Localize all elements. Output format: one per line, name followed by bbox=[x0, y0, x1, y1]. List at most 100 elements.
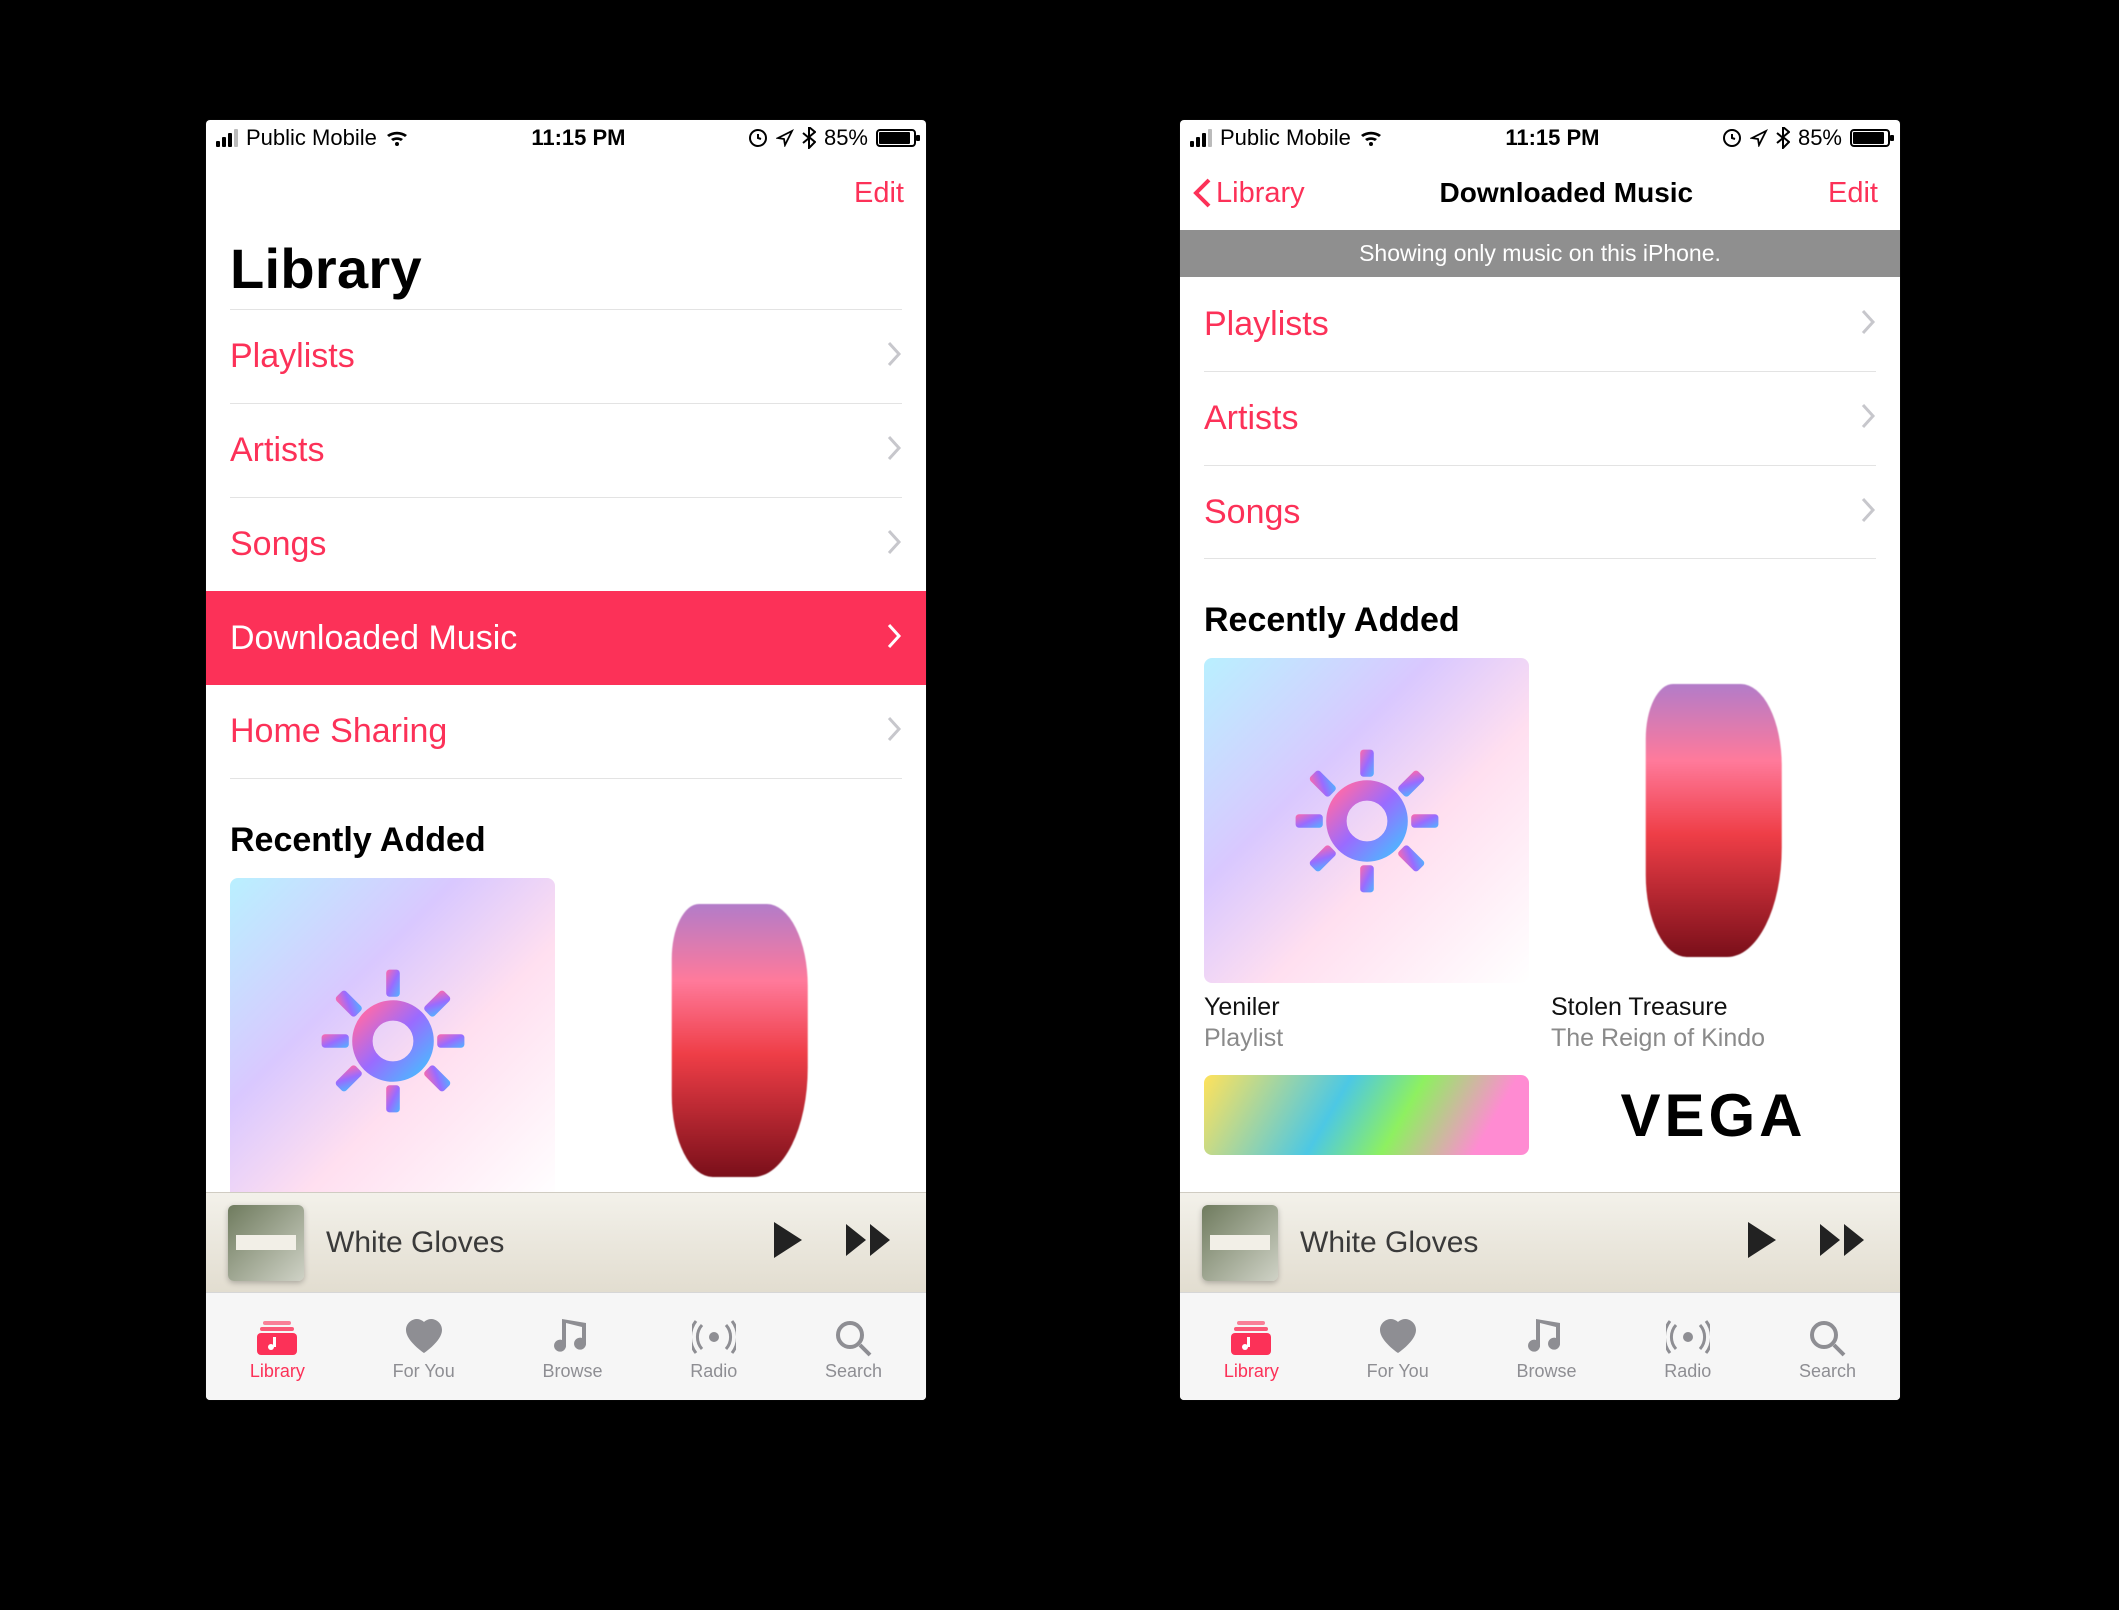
carrier-name: Public Mobile bbox=[246, 125, 377, 151]
album-subtitle: The Reign of Kindo bbox=[1551, 1024, 1876, 1053]
cellular-signal-icon bbox=[216, 129, 238, 147]
cellular-signal-icon bbox=[1190, 129, 1212, 147]
chevron-right-icon bbox=[1860, 493, 1876, 532]
tab-bar: Library For You Browse Radio Search bbox=[1180, 1292, 1900, 1400]
library-categories: Playlists Artists Songs Downloaded Music… bbox=[206, 309, 926, 779]
mini-player-track: White Gloves bbox=[1300, 1226, 1714, 1260]
bluetooth-icon bbox=[802, 127, 816, 149]
tab-label: Library bbox=[1224, 1361, 1279, 1382]
battery-icon bbox=[1850, 129, 1890, 147]
category-songs[interactable]: Songs bbox=[230, 497, 902, 591]
status-bar: Public Mobile 11:15 PM 85% bbox=[206, 120, 926, 156]
chevron-right-icon bbox=[1860, 399, 1876, 438]
category-artists[interactable]: Artists bbox=[1204, 371, 1876, 465]
category-playlists[interactable]: Playlists bbox=[230, 309, 902, 403]
album-item[interactable] bbox=[230, 878, 555, 1192]
category-songs[interactable]: Songs bbox=[1204, 465, 1876, 559]
category-label: Playlists bbox=[230, 337, 355, 376]
nav-bar: Edit bbox=[206, 156, 926, 230]
tab-search[interactable]: Search bbox=[1799, 1317, 1856, 1382]
album-subtitle: Playlist bbox=[1204, 1024, 1529, 1053]
nav-title: Downloaded Music bbox=[1440, 177, 1694, 209]
mini-player-track: White Gloves bbox=[326, 1226, 740, 1260]
play-button[interactable] bbox=[1736, 1220, 1788, 1265]
category-downloaded-music[interactable]: Downloaded Music bbox=[206, 591, 926, 685]
mini-player[interactable]: White Gloves bbox=[206, 1192, 926, 1292]
album-item-stolen-treasure[interactable]: Stolen Treasure The Reign of Kindo bbox=[1551, 658, 1876, 1053]
album-art bbox=[1204, 1075, 1529, 1155]
heart-icon bbox=[402, 1317, 446, 1357]
category-label: Playlists bbox=[1204, 305, 1329, 344]
album-art bbox=[1551, 658, 1876, 983]
carrier-name: Public Mobile bbox=[1220, 125, 1351, 151]
wifi-icon bbox=[1359, 128, 1383, 148]
play-button[interactable] bbox=[762, 1220, 814, 1265]
status-bar-time: 11:15 PM bbox=[531, 125, 625, 151]
scroll-area[interactable]: Playlists Artists Songs Recently Added bbox=[1180, 277, 1900, 1192]
phone-library-screen: Public Mobile 11:15 PM 85% Edit Library … bbox=[206, 120, 926, 1400]
chevron-right-icon bbox=[886, 525, 902, 564]
gear-icon bbox=[308, 956, 478, 1126]
tab-label: For You bbox=[1367, 1361, 1429, 1382]
tab-label: For You bbox=[393, 1361, 455, 1382]
recently-added-title: Recently Added bbox=[206, 779, 926, 878]
tab-search[interactable]: Search bbox=[825, 1317, 882, 1382]
category-label: Songs bbox=[230, 525, 326, 564]
album-item[interactable] bbox=[577, 878, 902, 1192]
tab-label: Browse bbox=[542, 1361, 602, 1382]
back-button[interactable]: Library bbox=[1192, 177, 1305, 210]
library-icon bbox=[255, 1317, 299, 1357]
category-label: Artists bbox=[1204, 399, 1298, 438]
downloaded-categories: Playlists Artists Songs bbox=[1180, 277, 1900, 559]
album-title: Yeniler bbox=[1204, 993, 1529, 1022]
page-title: Library bbox=[206, 230, 926, 309]
tab-browse[interactable]: Browse bbox=[542, 1317, 602, 1382]
recently-added-grid: Yeniler Playlist Stolen Treasure The Rei… bbox=[1180, 658, 1900, 1155]
location-icon bbox=[1750, 129, 1768, 147]
search-icon bbox=[832, 1317, 876, 1357]
album-item[interactable]: VEGA bbox=[1551, 1075, 1876, 1155]
tab-radio[interactable]: Radio bbox=[690, 1317, 737, 1382]
search-icon bbox=[1806, 1317, 1850, 1357]
mini-player[interactable]: White Gloves bbox=[1180, 1192, 1900, 1292]
album-item[interactable] bbox=[1204, 1075, 1529, 1155]
album-item-yeniler[interactable]: Yeniler Playlist bbox=[1204, 658, 1529, 1053]
tab-browse[interactable]: Browse bbox=[1516, 1317, 1576, 1382]
rotation-lock-icon bbox=[1722, 128, 1742, 148]
radio-icon bbox=[1666, 1317, 1710, 1357]
category-artists[interactable]: Artists bbox=[230, 403, 902, 497]
chevron-right-icon bbox=[886, 337, 902, 376]
chevron-right-icon bbox=[886, 431, 902, 470]
edit-button[interactable]: Edit bbox=[1828, 177, 1878, 210]
tab-label: Search bbox=[1799, 1361, 1856, 1382]
category-playlists[interactable]: Playlists bbox=[1204, 277, 1876, 371]
album-art-text: VEGA bbox=[1620, 1081, 1806, 1150]
tab-bar: Library For You Browse Radio Search bbox=[206, 1292, 926, 1400]
chevron-right-icon bbox=[886, 619, 902, 658]
tab-radio[interactable]: Radio bbox=[1664, 1317, 1711, 1382]
category-label: Home Sharing bbox=[230, 712, 447, 751]
mini-player-art bbox=[1202, 1205, 1278, 1281]
tab-label: Browse bbox=[1516, 1361, 1576, 1382]
back-label: Library bbox=[1216, 177, 1305, 210]
battery-percentage: 85% bbox=[824, 125, 868, 151]
music-note-icon bbox=[550, 1317, 594, 1357]
next-button[interactable] bbox=[1810, 1220, 1878, 1265]
tab-for-you[interactable]: For You bbox=[1367, 1317, 1429, 1382]
edit-button[interactable]: Edit bbox=[854, 177, 904, 210]
tab-for-you[interactable]: For You bbox=[393, 1317, 455, 1382]
status-bar-time: 11:15 PM bbox=[1505, 125, 1599, 151]
category-label: Artists bbox=[230, 431, 324, 470]
tab-library[interactable]: Library bbox=[250, 1317, 305, 1382]
category-home-sharing[interactable]: Home Sharing bbox=[230, 685, 902, 779]
music-note-icon bbox=[1524, 1317, 1568, 1357]
tab-library[interactable]: Library bbox=[1224, 1317, 1279, 1382]
radio-icon bbox=[692, 1317, 736, 1357]
chevron-right-icon bbox=[886, 712, 902, 751]
album-title: Stolen Treasure bbox=[1551, 993, 1876, 1022]
scroll-area[interactable]: Playlists Artists Songs Downloaded Music… bbox=[206, 309, 926, 1192]
next-button[interactable] bbox=[836, 1220, 904, 1265]
rotation-lock-icon bbox=[748, 128, 768, 148]
gear-icon bbox=[1282, 736, 1452, 906]
bluetooth-icon bbox=[1776, 127, 1790, 149]
